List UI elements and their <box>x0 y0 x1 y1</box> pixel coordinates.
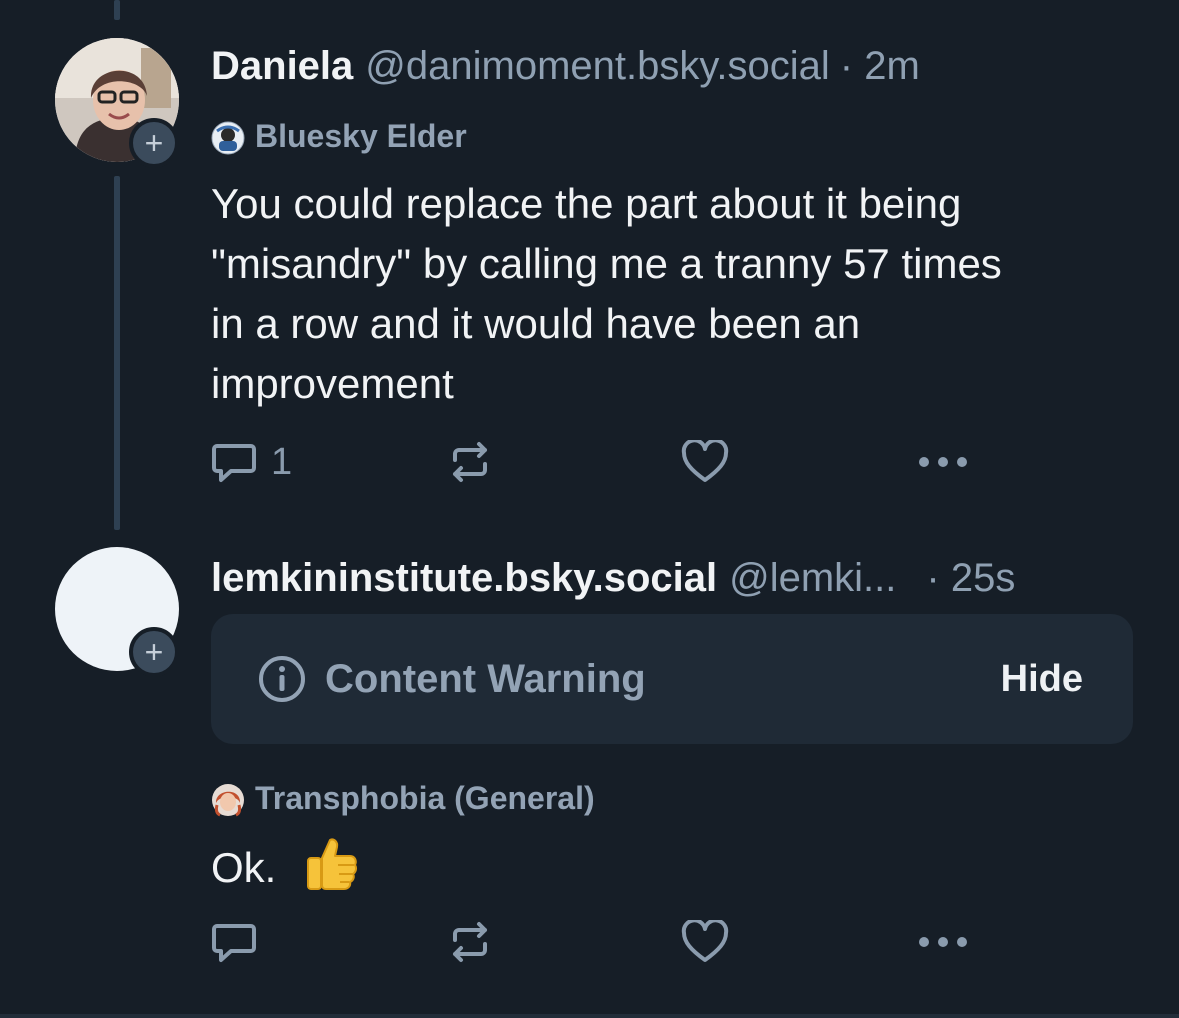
content-warning-box[interactable]: Content Warning Hide <box>211 614 1133 744</box>
reply-icon <box>212 444 256 482</box>
avatar-daniela-wrap[interactable]: + <box>55 38 179 168</box>
label-text: Transphobia (General) <box>255 780 595 816</box>
handle[interactable]: @lemki... <box>729 556 896 601</box>
post-lemkininstitute[interactable]: + lemkininstitute.bsky.social @lemki... … <box>0 530 1179 1014</box>
post-header: Daniela @danimoment.bsky.social · 2m <box>211 44 920 89</box>
post-text: Ok. <box>211 834 1151 908</box>
content-warning-label: Content Warning <box>257 654 646 704</box>
reply-count: 1 <box>271 440 293 483</box>
plus-icon: + <box>144 634 164 670</box>
reply-button[interactable]: 1 <box>211 432 292 492</box>
post-text-line: in a row and it would have been an <box>211 300 861 347</box>
repost-button[interactable] <box>447 912 493 972</box>
like-button[interactable] <box>681 432 729 492</box>
post-daniela[interactable]: + Daniela @danimoment.bsky.social · 2m B… <box>0 0 1179 520</box>
labeler-avatar-icon <box>211 783 244 816</box>
label-text: Bluesky Elder <box>255 118 467 154</box>
more-options-button[interactable] <box>917 912 969 972</box>
avatar-lemkin-wrap[interactable]: + <box>55 547 179 677</box>
reply-icon <box>212 924 256 962</box>
post-text-line: "misandry" by calling me a tranny 57 tim… <box>211 240 1002 287</box>
plus-icon: + <box>144 125 164 161</box>
ellipsis-icon <box>919 937 967 947</box>
heart-icon <box>681 440 729 482</box>
more-options-button[interactable] <box>917 432 969 492</box>
bluesky-elder-badge-icon <box>211 121 245 154</box>
timestamp[interactable]: · 25s <box>926 556 1015 601</box>
like-button[interactable] <box>681 912 729 972</box>
thumbs-up-icon <box>302 834 360 908</box>
follow-button[interactable]: + <box>129 627 179 677</box>
post-thread: + Daniela @danimoment.bsky.social · 2m B… <box>0 0 1179 1018</box>
repost-icon <box>453 442 487 482</box>
divider <box>0 1014 1179 1018</box>
info-icon <box>259 656 305 702</box>
post-header: lemkininstitute.bsky.social @lemki... · … <box>211 556 1133 601</box>
moderation-label[interactable]: Transphobia (General) <box>211 780 595 817</box>
post-text: You could replace the part about it bein… <box>211 174 1151 414</box>
content-warning-text: Content Warning <box>325 656 646 701</box>
display-name[interactable]: Daniela <box>211 44 353 89</box>
reply-button[interactable] <box>211 912 271 972</box>
hide-button[interactable]: Hide <box>1001 658 1083 701</box>
ellipsis-icon <box>919 457 967 467</box>
follow-button[interactable]: + <box>129 118 179 168</box>
repost-icon <box>453 922 487 962</box>
heart-icon <box>681 920 729 962</box>
display-name[interactable]: lemkininstitute.bsky.social <box>211 556 717 601</box>
profile-label[interactable]: Bluesky Elder <box>211 118 467 155</box>
post-text-line: You could replace the part about it bein… <box>211 180 962 227</box>
post-text-line: Ok. <box>211 844 277 892</box>
handle[interactable]: @danimoment.bsky.social <box>365 44 830 89</box>
post-text-line: improvement <box>211 360 454 407</box>
repost-button[interactable] <box>447 432 493 492</box>
post-actions: 1 <box>211 432 971 492</box>
timestamp[interactable]: · 2m <box>840 44 920 89</box>
post-actions <box>211 912 971 972</box>
